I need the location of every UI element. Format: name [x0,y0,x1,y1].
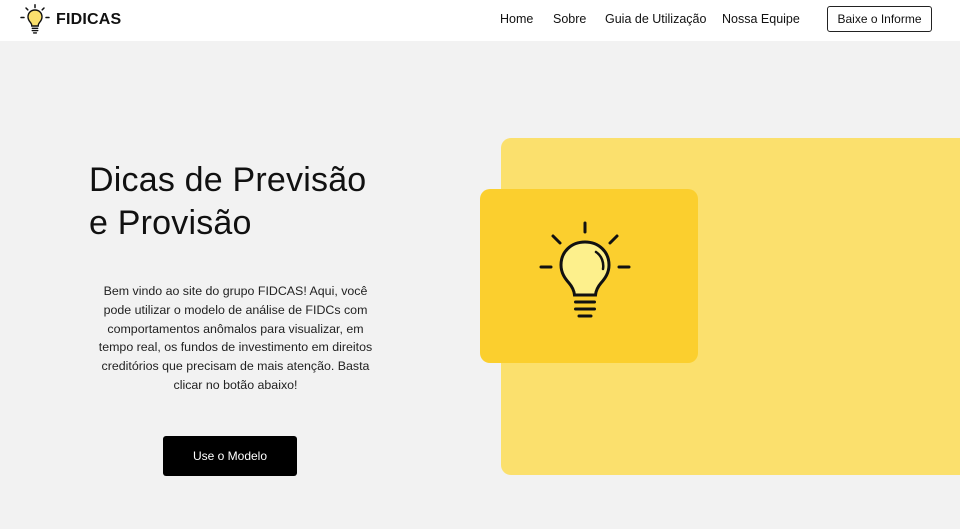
navbar: FIDICAS Home Sobre Guia de Utilização No… [0,0,960,41]
hero-description: Bem vindo ao site do grupo FIDCAS! Aqui,… [98,284,373,392]
nav-link-guia[interactable]: Guia de Utilização [605,12,706,26]
hero-title-line-1: Dicas de Previsão [89,161,367,199]
brand-name: FIDICAS [56,11,122,28]
download-report-button[interactable]: Baixe o Informe [827,6,932,32]
hero-title: Dicas de Previsão e Provisão [89,159,419,245]
brand[interactable]: FIDICAS [20,4,121,36]
hero-title-line-2: e Provisão [89,204,252,242]
lightbulb-icon [20,4,50,34]
lightbulb-icon [539,221,631,318]
use-model-button[interactable]: Use o Modelo [163,436,297,476]
nav-link-home[interactable]: Home [500,12,533,26]
nav-link-equipe[interactable]: Nossa Equipe [722,12,800,26]
nav-link-sobre[interactable]: Sobre [553,12,586,26]
